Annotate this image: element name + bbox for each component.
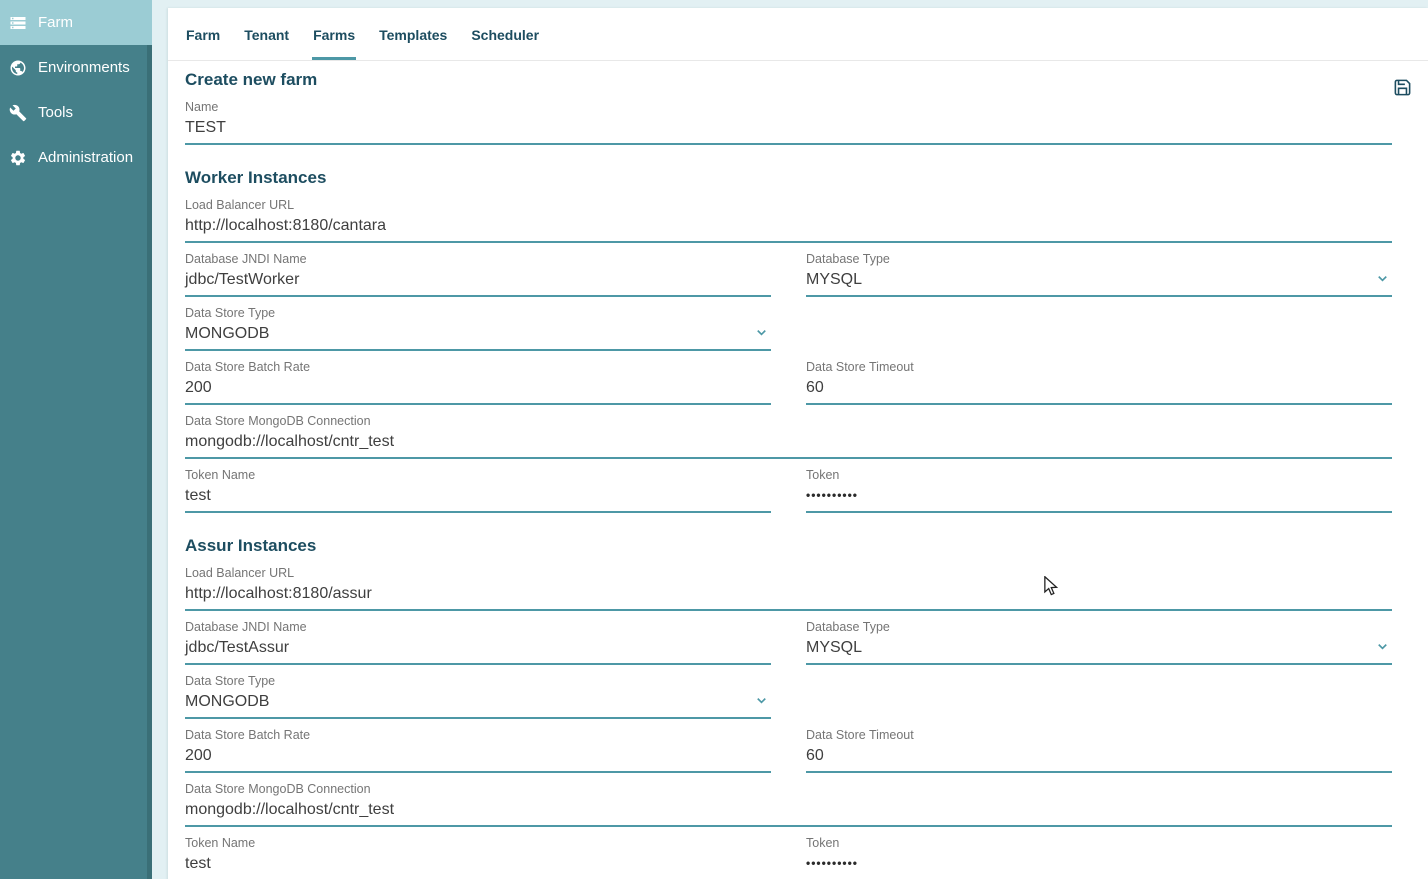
wrench-icon: [9, 104, 27, 122]
worker-timeout-input[interactable]: 60: [806, 378, 1392, 405]
sidebar-item-label: Farm: [38, 14, 73, 31]
field-worker-token: Token ••••••••••: [806, 468, 1392, 513]
worker-db-type-select[interactable]: MYSQL: [806, 270, 1392, 297]
tab-tenant[interactable]: Tenant: [243, 8, 290, 60]
sidebar-item-environments[interactable]: Environments: [0, 45, 152, 90]
field-label: Database Type: [806, 620, 1392, 635]
chevron-down-icon: [754, 693, 769, 708]
save-icon: [1393, 85, 1412, 100]
field-label: Data Store Timeout: [806, 728, 1392, 743]
field-label: Load Balancer URL: [185, 198, 1392, 213]
sidebar-item-administration[interactable]: Administration: [0, 135, 152, 180]
field-label: Data Store MongoDB Connection: [185, 414, 1392, 429]
storage-icon: [9, 14, 27, 32]
select-value: MYSQL: [806, 271, 862, 288]
chevron-down-icon: [1375, 271, 1390, 286]
field-label: Data Store Type: [185, 306, 771, 321]
select-value: MONGODB: [185, 325, 269, 342]
worker-token-name-input[interactable]: test: [185, 486, 771, 513]
field-assur-mongo-connection: Data Store MongoDB Connection mongodb://…: [185, 782, 1392, 827]
field-label: Data Store Timeout: [806, 360, 1392, 375]
tab-bar: Farm Tenant Farms Templates Scheduler: [168, 8, 1428, 61]
field-assur-load-balancer: Load Balancer URL http://localhost:8180/…: [185, 566, 1392, 611]
worker-jndi-input[interactable]: jdbc/TestWorker: [185, 270, 771, 297]
assur-token-name-input[interactable]: test: [185, 854, 771, 879]
assur-batch-rate-input[interactable]: 200: [185, 746, 771, 773]
field-label: Data Store Type: [185, 674, 771, 689]
field-label: Data Store MongoDB Connection: [185, 782, 1392, 797]
field-assur-token: Token ••••••••••: [806, 836, 1392, 879]
tab-scheduler[interactable]: Scheduler: [470, 8, 540, 60]
form-content: Create new farm Name TEST Worker Instanc…: [168, 61, 1428, 879]
farm-name-input[interactable]: TEST: [185, 118, 1392, 145]
field-label: Data Store Batch Rate: [185, 360, 771, 375]
assur-jndi-input[interactable]: jdbc/TestAssur: [185, 638, 771, 665]
tab-templates[interactable]: Templates: [378, 8, 448, 60]
worker-batch-rate-input[interactable]: 200: [185, 378, 771, 405]
field-worker-data-store-type: Data Store Type MONGODB: [185, 306, 771, 351]
content-card: Farm Tenant Farms Templates Scheduler Cr…: [168, 8, 1428, 879]
worker-data-store-type-select[interactable]: MONGODB: [185, 324, 771, 351]
field-worker-mongo-connection: Data Store MongoDB Connection mongodb://…: [185, 414, 1392, 459]
save-button[interactable]: [1393, 78, 1412, 100]
select-value: MONGODB: [185, 693, 269, 710]
assur-token-input[interactable]: ••••••••••: [806, 854, 1392, 879]
field-label: Token: [806, 468, 1392, 483]
field-label: Database Type: [806, 252, 1392, 267]
field-label: Database JNDI Name: [185, 620, 771, 635]
section-title-worker: Worker Instances: [185, 167, 1392, 189]
assur-timeout-input[interactable]: 60: [806, 746, 1392, 773]
field-assur-db-type: Database Type MYSQL: [806, 620, 1392, 665]
field-assur-jndi: Database JNDI Name jdbc/TestAssur: [185, 620, 771, 665]
field-worker-timeout: Data Store Timeout 60: [806, 360, 1392, 405]
field-assur-timeout: Data Store Timeout 60: [806, 728, 1392, 773]
worker-load-balancer-input[interactable]: http://localhost:8180/cantara: [185, 216, 1392, 243]
chevron-down-icon: [1375, 639, 1390, 654]
field-assur-token-name: Token Name test: [185, 836, 771, 879]
sidebar-item-tools[interactable]: Tools: [0, 90, 152, 135]
section-title-assur: Assur Instances: [185, 535, 1392, 557]
field-worker-jndi: Database JNDI Name jdbc/TestWorker: [185, 252, 771, 297]
sidebar-item-label: Tools: [38, 104, 73, 121]
field-farm-name: Name TEST: [185, 100, 1392, 145]
chevron-down-icon: [754, 325, 769, 340]
worker-token-input[interactable]: ••••••••••: [806, 486, 1392, 513]
grid-spacer: [806, 297, 1392, 351]
field-label: Data Store Batch Rate: [185, 728, 771, 743]
field-worker-token-name: Token Name test: [185, 468, 771, 513]
assur-db-type-select[interactable]: MYSQL: [806, 638, 1392, 665]
field-label: Database JNDI Name: [185, 252, 771, 267]
sidebar-item-label: Environments: [38, 59, 130, 76]
field-worker-db-type: Database Type MYSQL: [806, 252, 1392, 297]
globe-icon: [9, 59, 27, 77]
assur-load-balancer-input[interactable]: http://localhost:8180/assur: [185, 584, 1392, 611]
gear-icon: [9, 149, 27, 167]
field-assur-data-store-type: Data Store Type MONGODB: [185, 674, 771, 719]
field-label: Load Balancer URL: [185, 566, 1392, 581]
page-title: Create new farm: [185, 69, 1392, 91]
field-assur-batch-rate: Data Store Batch Rate 200: [185, 728, 771, 773]
assur-mongo-connection-input[interactable]: mongodb://localhost/cntr_test: [185, 800, 1392, 827]
tab-farms[interactable]: Farms: [312, 8, 356, 60]
worker-mongo-connection-input[interactable]: mongodb://localhost/cntr_test: [185, 432, 1392, 459]
main-area: Farm Tenant Farms Templates Scheduler Cr…: [152, 0, 1428, 879]
sidebar-item-label: Administration: [38, 149, 133, 166]
field-worker-batch-rate: Data Store Batch Rate 200: [185, 360, 771, 405]
select-value: MYSQL: [806, 639, 862, 656]
tab-farm[interactable]: Farm: [185, 8, 221, 60]
field-label: Token Name: [185, 836, 771, 851]
field-label: Token Name: [185, 468, 771, 483]
assur-data-store-type-select[interactable]: MONGODB: [185, 692, 771, 719]
sidebar: Farm Environments Tools Administration: [0, 0, 152, 879]
sidebar-item-farm[interactable]: Farm: [0, 0, 152, 45]
field-label: Token: [806, 836, 1392, 851]
grid-spacer: [806, 665, 1392, 719]
field-label: Name: [185, 100, 1392, 115]
field-worker-load-balancer: Load Balancer URL http://localhost:8180/…: [185, 198, 1392, 243]
